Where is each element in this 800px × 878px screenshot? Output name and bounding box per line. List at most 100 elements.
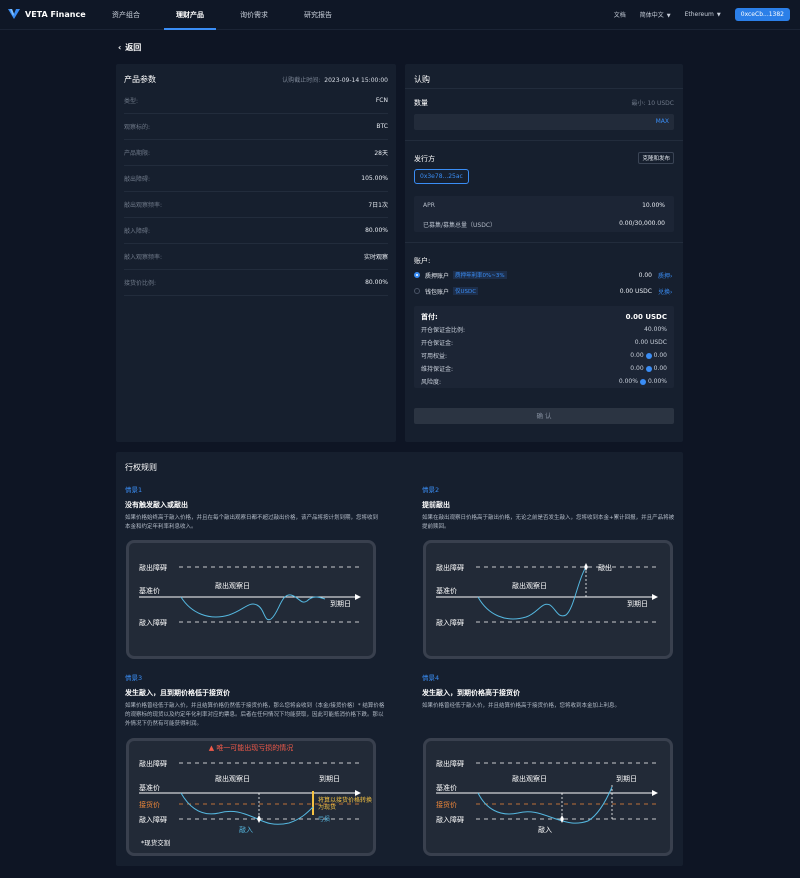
nav-research[interactable]: 研究报告: [304, 0, 332, 30]
chevron-left-icon: ‹: [118, 43, 122, 52]
network-select[interactable]: Ethereum ▼: [685, 11, 721, 18]
max-button[interactable]: MAX: [656, 118, 669, 125]
base-price-label: 基准价: [139, 586, 160, 595]
scenario-desc: 如果价格始终高于敲入价格，并且在每个敲出观察日都不超过敲出价格，该产品将按计划到…: [125, 515, 379, 530]
scenario-4-diagram: 敲出障碍 敲出观察日 到期日 基准价 接货价 敲入障碍 敲入: [423, 738, 673, 856]
apr-label: APR: [423, 202, 435, 209]
svg-text:基准价: 基准价: [139, 783, 160, 792]
scenario-title: 发生敲入，到期价格高于接货价: [422, 689, 520, 697]
exercise-rules-panel: 行权规则 情景1 没有触发敲入或敲出 如果价格始终高于敲入价格，并且在每个敲出观…: [116, 452, 683, 866]
rules-title: 行权规则: [125, 463, 157, 472]
subscribe-title: 认购: [414, 75, 430, 84]
nav-right: 文档 简体中文 ▼ Ethereum ▼ 0xceCb...1382: [614, 8, 790, 21]
svg-text:接货价: 接货价: [139, 800, 160, 809]
account-label: 账户:: [414, 257, 431, 265]
wallet-button[interactable]: 0xceCb...1382: [734, 8, 790, 21]
divider: [405, 88, 683, 89]
swap-link[interactable]: 兑换›: [658, 287, 674, 296]
svg-text:为现货: 为现货: [318, 803, 336, 811]
chevron-down-icon: ▼: [716, 12, 721, 18]
svg-text:亏损: 亏损: [318, 815, 330, 823]
svg-text:到期日: 到期日: [319, 775, 340, 783]
param-row: 接货价比例: 80.00%: [124, 270, 388, 296]
issuer-label: 发行方: [414, 155, 435, 163]
account-option-wallet[interactable]: 钱包账户 仅USDC 0.00 USDC 兑换›: [414, 285, 674, 297]
back-button[interactable]: ‹ 返回: [118, 42, 141, 53]
apr-box: APR 10.00% 已募集/募集总量（USDC） 0.00/30,000.00: [414, 196, 674, 232]
svg-text:敲出障碍: 敲出障碍: [436, 563, 464, 572]
payment-summary: 首付: 0.00 USDC 开仓保证金比例: 40.00% 开仓保证金: 0.00 U…: [414, 306, 674, 388]
scenario-1-diagram: 敲出障碍 敲出观察日 基准价 到期日 敲入障碍: [126, 540, 376, 659]
subscription-deadline: 认购截止时间: 2023-09-14 15:00:00: [282, 77, 388, 84]
svg-text:敲入障碍: 敲入障碍: [436, 815, 464, 824]
svg-text:敲入: 敲入: [538, 825, 552, 834]
arrow-icon: [639, 378, 646, 385]
quantity-label: 数量: [414, 99, 428, 107]
svg-text:将算以接货价格转换: 将算以接货价格转换: [318, 796, 372, 804]
svg-text:接货价: 接货价: [436, 800, 457, 809]
svg-text:敲出障碍: 敲出障碍: [436, 759, 464, 768]
scenario-3-diagram: ▲ 唯一可能出现亏损的情况 敲出障碍 敲出观察日 到期日 基准价 接货价 敲入障…: [126, 738, 376, 856]
nav-portfolio[interactable]: 资产组合: [112, 0, 140, 30]
account-option-staking[interactable]: 质押账户 质押年利率0%~3% 0.00 质押›: [414, 269, 674, 281]
arrow-icon: [645, 365, 652, 372]
maturity-label: 到期日: [330, 600, 351, 608]
param-row: 敲出观察频率: 7日1次: [124, 192, 388, 218]
svg-text:敲出观察日: 敲出观察日: [512, 774, 547, 783]
apr-value: 10.00%: [642, 202, 665, 209]
radio-checked-icon[interactable]: [414, 272, 420, 278]
svg-text:敲出观察日: 敲出观察日: [512, 581, 547, 590]
language-select[interactable]: 简体中文 ▼: [640, 10, 671, 19]
scenario-label: 情景3: [125, 674, 143, 682]
confirm-button[interactable]: 确 认: [414, 408, 674, 424]
svg-text:敲入: 敲入: [239, 825, 253, 834]
svg-text:敲入障碍: 敲入障碍: [139, 815, 167, 824]
param-row: 类型: FCN: [124, 88, 388, 114]
param-row: 产品期限: 28天: [124, 140, 388, 166]
radio-unchecked-icon[interactable]: [414, 288, 420, 294]
svg-text:到期日: 到期日: [627, 600, 648, 608]
spot-delivery-note: *现货交割: [141, 839, 171, 847]
param-row: 观察标的: BTC: [124, 114, 388, 140]
stake-link[interactable]: 质押›: [658, 271, 674, 280]
issuer-address[interactable]: 0x3e78...25ac: [414, 169, 469, 184]
top-nav: VETA Finance 资产组合 理财产品 询价需求 研究报告 文档 简体中文…: [0, 0, 800, 30]
scenario-title: 提前敲出: [422, 501, 450, 509]
veta-logo-icon: [8, 9, 20, 19]
obs-day-label: 敲出观察日: [215, 581, 250, 590]
svg-text:基准价: 基准价: [436, 586, 457, 595]
svg-text:敲出观察日: 敲出观察日: [215, 774, 250, 783]
raised-value: 0.00/30,000.00: [619, 220, 665, 227]
quantity-min: 最小: 10 USDC: [631, 100, 674, 107]
scenario-label: 情景1: [125, 486, 143, 494]
chevron-down-icon: ▼: [666, 13, 671, 19]
clone-publish-button[interactable]: 克隆和发布: [638, 152, 674, 164]
knock-in-label: 敲入障碍: [139, 618, 167, 627]
param-row: 敲入观察频率: 实时观察: [124, 244, 388, 270]
scenario-2-diagram: 敲出障碍 敲出 敲出观察日 基准价 到期日 敲入障碍: [423, 540, 673, 659]
svg-text:敲入障碍: 敲入障碍: [436, 618, 464, 627]
account-tag: 仅USDC: [453, 287, 479, 295]
svg-text:敲出障碍: 敲出障碍: [139, 759, 167, 768]
product-params-panel: 产品参数 认购截止时间: 2023-09-14 15:00:00 类型: FCN 观…: [116, 64, 396, 442]
svg-text:到期日: 到期日: [616, 775, 637, 783]
nav-links: 资产组合 理财产品 询价需求 研究报告: [112, 0, 368, 30]
scenario-desc: 如果价格曾经低于敲入价，并且结算价格高于接货价格，您将收到本金加上利息。: [422, 703, 621, 709]
divider: [405, 140, 683, 141]
quantity-input[interactable]: MAX: [414, 114, 674, 130]
nav-products[interactable]: 理财产品: [164, 0, 216, 30]
svg-text:敲出: 敲出: [598, 563, 612, 572]
docs-link[interactable]: 文档: [614, 10, 626, 19]
scenario-desc: 如果在敲出观察日价格高于敲出价格，无论之前是否发生敲入，您将收到本金+累计回报，…: [422, 515, 675, 530]
scenario-title: 发生敲入，且到期价格低于接货价: [125, 689, 230, 697]
nav-rfq[interactable]: 询价需求: [240, 0, 268, 30]
scenario-label: 情景4: [422, 674, 440, 682]
scenario-desc: 如果价格曾经低于敲入价，并且结算价格仍然低于接货价格，那么您将会收到（本金/接货…: [125, 703, 385, 727]
params-title: 产品参数: [124, 75, 156, 84]
knock-out-label: 敲出障碍: [139, 563, 167, 572]
raised-label: 已募集/募集总量（USDC）: [423, 222, 497, 229]
arrow-icon: [645, 352, 652, 359]
logo[interactable]: VETA Finance: [8, 9, 86, 19]
scenario-title: 没有触发敲入或敲出: [125, 501, 188, 509]
param-row: 敲入障碍: 80.00%: [124, 218, 388, 244]
